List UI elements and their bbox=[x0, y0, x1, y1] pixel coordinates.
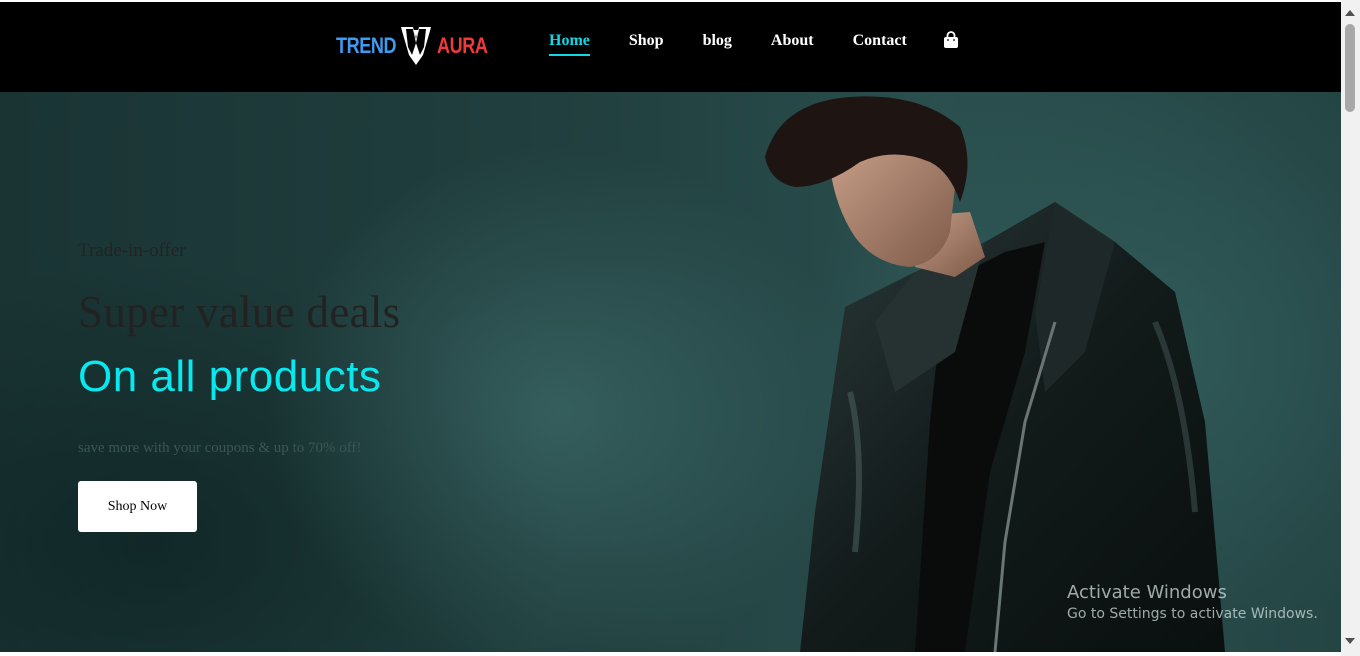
tuxedo-icon bbox=[401, 27, 432, 65]
scrollbar-thumb[interactable] bbox=[1345, 24, 1355, 112]
nav-shop-link[interactable]: Shop bbox=[629, 32, 664, 50]
nav-home-link[interactable]: Home bbox=[549, 32, 590, 56]
hero-banner: Trade-in-offer Super value deals On all … bbox=[0, 92, 1341, 652]
logo-word-aura: AURA bbox=[437, 33, 488, 58]
shopping-bag-icon[interactable] bbox=[942, 31, 960, 54]
hero-model-image bbox=[765, 96, 1225, 652]
hero-subtext: save more with your coupons & up to 70% … bbox=[78, 440, 362, 456]
hero-headline: Super value deals bbox=[78, 287, 401, 337]
hero-tagline: Trade-in-offer bbox=[78, 240, 186, 261]
scroll-down-arrow-icon[interactable] bbox=[1345, 638, 1355, 644]
nav-blog-link[interactable]: blog bbox=[703, 32, 732, 50]
watermark-title: Activate Windows bbox=[1067, 582, 1227, 603]
nav-about-link[interactable]: About bbox=[771, 32, 814, 50]
vertical-scrollbar[interactable] bbox=[1341, 0, 1360, 656]
page-viewport: TREND AURA Home Shop blog About Contact bbox=[0, 2, 1341, 652]
brand-logo[interactable]: TREND AURA bbox=[336, 24, 499, 68]
windows-activation-watermark: Activate Windows Go to Settings to activ… bbox=[1067, 582, 1318, 622]
shop-now-button[interactable]: Shop Now bbox=[78, 481, 197, 532]
scroll-up-arrow-icon[interactable] bbox=[1345, 10, 1355, 16]
watermark-subtitle: Go to Settings to activate Windows. bbox=[1067, 606, 1318, 622]
site-header: TREND AURA Home Shop blog About Contact bbox=[0, 2, 1341, 92]
nav-contact-link[interactable]: Contact bbox=[853, 32, 907, 50]
hero-highlight: On all products bbox=[78, 352, 382, 401]
logo-word-trend: TREND bbox=[336, 33, 397, 58]
main-nav: Home Shop blog About Contact bbox=[549, 32, 946, 56]
